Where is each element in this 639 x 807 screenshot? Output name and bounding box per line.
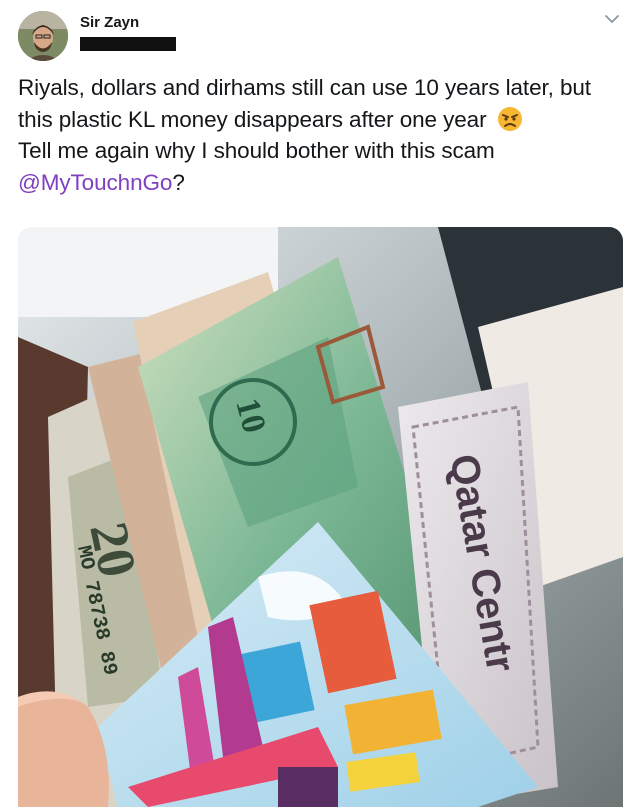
author-handle-redacted [80, 37, 176, 51]
tweet-text: Riyals, dollars and dirhams still can us… [18, 72, 623, 198]
avatar[interactable] [18, 11, 68, 61]
angry-face-emoji-icon [497, 106, 522, 131]
tweet-text-line3: Tell me again why I should bother with t… [18, 138, 495, 163]
tweet-text-end: ? [172, 169, 185, 195]
mention-link[interactable]: @MyTouchnGo [18, 170, 172, 195]
chevron-down-icon[interactable] [604, 13, 620, 25]
tweet-photo[interactable]: 20 MO 78738 89 10 Qatar Centr [18, 227, 623, 807]
tweet-card: Sir Zayn Riyals, dollars and dirhams sti… [0, 0, 639, 807]
author-name[interactable]: Sir Zayn [80, 14, 139, 31]
